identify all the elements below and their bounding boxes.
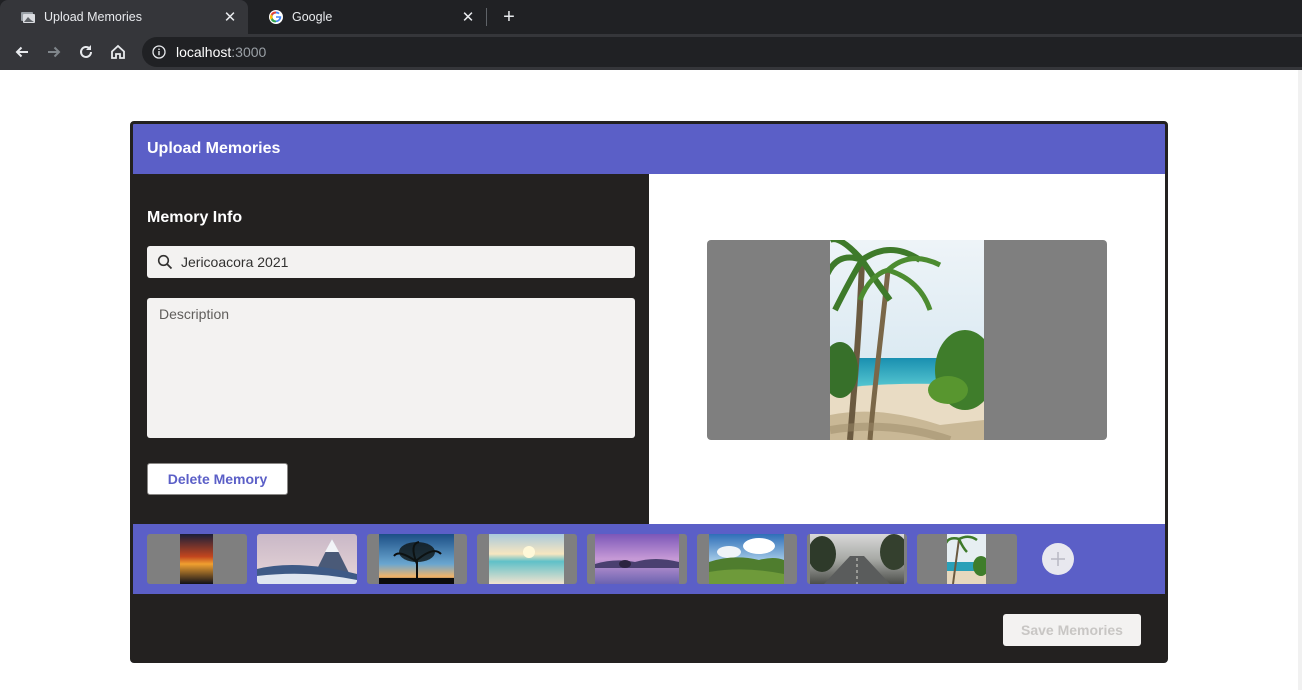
card-footer: Save Memories [133,594,1165,660]
google-favicon-icon [269,10,283,24]
thumbnail-image [810,534,904,584]
tab-close-icon[interactable]: ✕ [218,8,242,26]
home-button[interactable] [104,38,132,66]
reload-button[interactable] [72,38,100,66]
address-bar[interactable]: localhost:3000 [142,37,1302,67]
preview-photo [830,240,984,440]
info-icon [152,45,166,59]
tab-close-icon[interactable]: ✕ [456,8,480,26]
new-tab-button[interactable]: + [496,4,522,30]
thumbnail-image [595,534,679,584]
thumbnail[interactable] [807,534,907,584]
home-icon [111,44,125,59]
browser-tab-google[interactable]: Google ✕ [248,0,486,34]
search-icon [157,254,173,270]
delete-memory-button[interactable]: Delete Memory [147,463,288,495]
tab-title: Upload Memories [44,10,142,24]
thumbnail[interactable] [477,534,577,584]
thumbnail[interactable] [147,534,247,584]
address-host: localhost [176,44,232,60]
address-url: localhost:3000 [176,44,266,60]
reload-icon [80,45,92,58]
save-memories-button[interactable]: Save Memories [1003,614,1141,646]
thumbnail-image [379,534,454,584]
tab-separator [486,8,487,26]
arrow-right-icon [48,46,61,58]
browser-tab-upload-memories[interactable]: Upload Memories ✕ [0,0,248,34]
arrow-left-icon [15,46,28,58]
back-button[interactable] [8,38,36,66]
section-title: Memory Info [147,209,243,226]
thumbnail-image [947,534,986,584]
thumbnail-image [709,534,784,584]
page-title: Upload Memories [147,140,281,157]
address-port: :3000 [231,44,267,60]
thumbnail[interactable] [697,534,797,584]
page-scrollbar[interactable] [1298,70,1302,690]
thumbnail[interactable] [257,534,357,584]
memory-title-input[interactable] [181,254,621,270]
memory-info-panel: Memory Info Delete Memory [133,174,649,524]
thumbnail-image [489,534,564,584]
add-memory-button[interactable] [1042,543,1074,575]
preview-panel [649,174,1165,524]
thumbnail[interactable] [367,534,467,584]
image-preview [707,240,1107,440]
upload-memories-card: Upload Memories Memory Info Delete Memor… [130,121,1168,663]
thumbnail-image [257,534,357,584]
forward-button[interactable] [40,38,68,66]
tab-title: Google [292,10,333,24]
photos-favicon-icon [21,12,35,23]
description-textarea[interactable] [147,298,635,438]
browser-tab-bar: Upload Memories ✕ Google ✕ + [0,0,1302,34]
thumbnail-image [180,534,213,584]
memory-title-field[interactable] [147,246,635,278]
thumbnail[interactable] [587,534,687,584]
plus-icon [1051,552,1065,566]
thumbnail[interactable] [917,534,1017,584]
card-header: Upload Memories [133,124,1165,174]
browser-toolbar: localhost:3000 [0,34,1302,70]
thumbnail-strip [133,524,1165,594]
